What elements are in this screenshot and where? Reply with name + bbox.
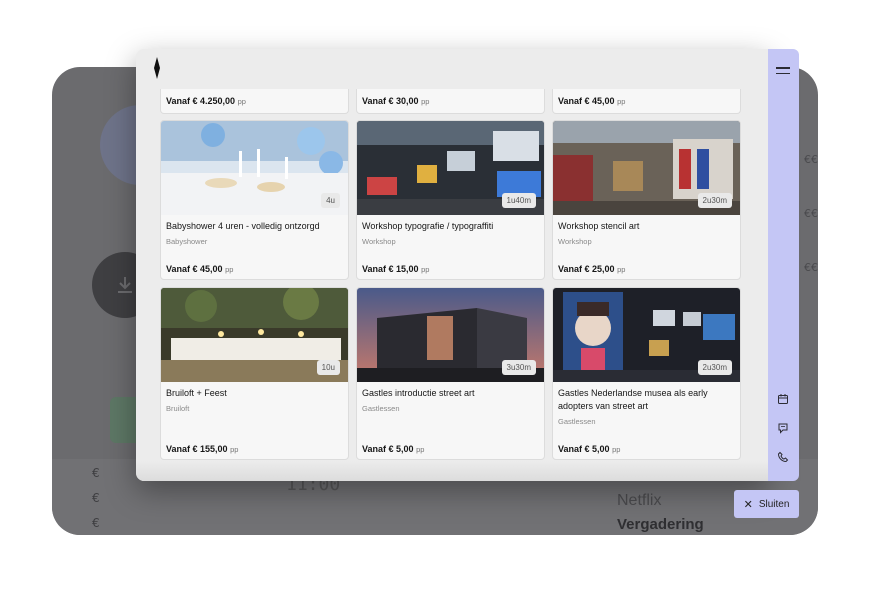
- duration-badge: 4u: [321, 193, 340, 208]
- activity-title: Workshop typografie / typograffiti: [362, 221, 494, 231]
- price-label: Vanaf € 155,00: [166, 444, 228, 454]
- activity-card-bruiloft[interactable]: 10u Bruiloft + Feest Bruiloft Vanaf € 15…: [160, 287, 349, 460]
- activity-title: Gastles Nederlandse musea als early adop…: [558, 388, 708, 411]
- background-euro: €: [92, 466, 100, 480]
- activity-category: Gastlessen: [558, 417, 596, 426]
- chat-icon[interactable]: [777, 422, 789, 434]
- modal-header: [136, 49, 768, 89]
- price-label: Vanaf € 25,00: [558, 264, 615, 274]
- calendar-icon[interactable]: [777, 393, 789, 405]
- activity-title: Bruiloft + Feest: [166, 388, 227, 398]
- price-unit: pp: [421, 97, 430, 106]
- activity-grid[interactable]: Vanaf € 4.250,00 pp Vanaf € 30,00 pp Van…: [136, 89, 768, 481]
- background-euro: €: [92, 491, 100, 505]
- activity-card-typografie[interactable]: 1u40m Workshop typografie / typograffiti…: [356, 120, 545, 280]
- duration-badge: 1u40m: [501, 193, 536, 208]
- duration-badge: 3u30m: [501, 360, 536, 375]
- close-button-label: Sluiten: [758, 498, 790, 510]
- activity-category: Workshop: [362, 237, 396, 246]
- duration-badge: 2u30m: [697, 193, 732, 208]
- hamburger-menu-icon[interactable]: [776, 67, 790, 77]
- background-right-symbol: €€: [804, 207, 818, 220]
- background-netflix-label: Netflix: [617, 492, 662, 509]
- scroll-fade: [136, 461, 768, 481]
- duration-badge: 2u30m: [697, 360, 732, 375]
- logo-diamond-icon[interactable]: [150, 57, 164, 79]
- activity-title: Babyshower 4 uren - volledig ontzorgd: [166, 221, 320, 231]
- background-right-symbol: €€: [804, 261, 818, 274]
- price-unit: pp: [612, 445, 621, 454]
- duration-badge: 10u: [316, 360, 340, 375]
- price-unit: pp: [421, 265, 430, 274]
- price-label: Vanaf € 5,00: [558, 444, 610, 454]
- activity-card-gastles-intro[interactable]: 3u30m Gastles introductie street art Gas…: [356, 287, 545, 460]
- activity-title: Workshop stencil art: [558, 221, 640, 231]
- price-unit: pp: [237, 97, 246, 106]
- activity-card-partial[interactable]: Vanaf € 45,00 pp: [552, 89, 741, 114]
- price-label: Vanaf € 5,00: [362, 444, 414, 454]
- price-unit: pp: [230, 445, 239, 454]
- price-unit: pp: [416, 445, 425, 454]
- background-meeting-label: Vergadering: [617, 516, 704, 533]
- stage: € € € 11:00 Netflix Vergadering €€ €€ €€…: [0, 0, 876, 593]
- activity-category: Gastlessen: [362, 404, 400, 413]
- price-label: Vanaf € 45,00: [558, 96, 615, 106]
- activity-card-partial[interactable]: Vanaf € 4.250,00 pp: [160, 89, 349, 114]
- activities-modal: Vanaf € 4.250,00 pp Vanaf € 30,00 pp Van…: [136, 49, 768, 481]
- activity-card-babyshower[interactable]: 4u Babyshower 4 uren - volledig ontzorgd…: [160, 120, 349, 280]
- price-label: Vanaf € 30,00: [362, 96, 419, 106]
- phone-icon[interactable]: [777, 451, 789, 463]
- price-label: Vanaf € 4.250,00: [166, 96, 236, 106]
- activity-category: Bruiloft: [166, 404, 190, 413]
- price-label: Vanaf € 45,00: [166, 264, 223, 274]
- background-right-symbol: €€: [804, 153, 818, 166]
- price-label: Vanaf € 15,00: [362, 264, 419, 274]
- activity-card-partial[interactable]: Vanaf € 30,00 pp: [356, 89, 545, 114]
- close-icon: ✕: [743, 498, 753, 511]
- activity-card-gastles-musea[interactable]: 2u30m Gastles Nederlandse musea als earl…: [552, 287, 741, 460]
- activity-title: Gastles introductie street art: [362, 388, 475, 398]
- background-euro: €: [92, 516, 100, 530]
- close-button[interactable]: ✕ Sluiten: [734, 490, 799, 518]
- activity-category: Babyshower: [166, 237, 208, 246]
- price-unit: pp: [225, 265, 234, 274]
- price-unit: pp: [617, 97, 626, 106]
- activity-card-stencil[interactable]: 2u30m Workshop stencil art Workshop Vana…: [552, 120, 741, 280]
- activity-category: Workshop: [558, 237, 592, 246]
- side-panel: [768, 49, 799, 481]
- price-unit: pp: [617, 265, 626, 274]
